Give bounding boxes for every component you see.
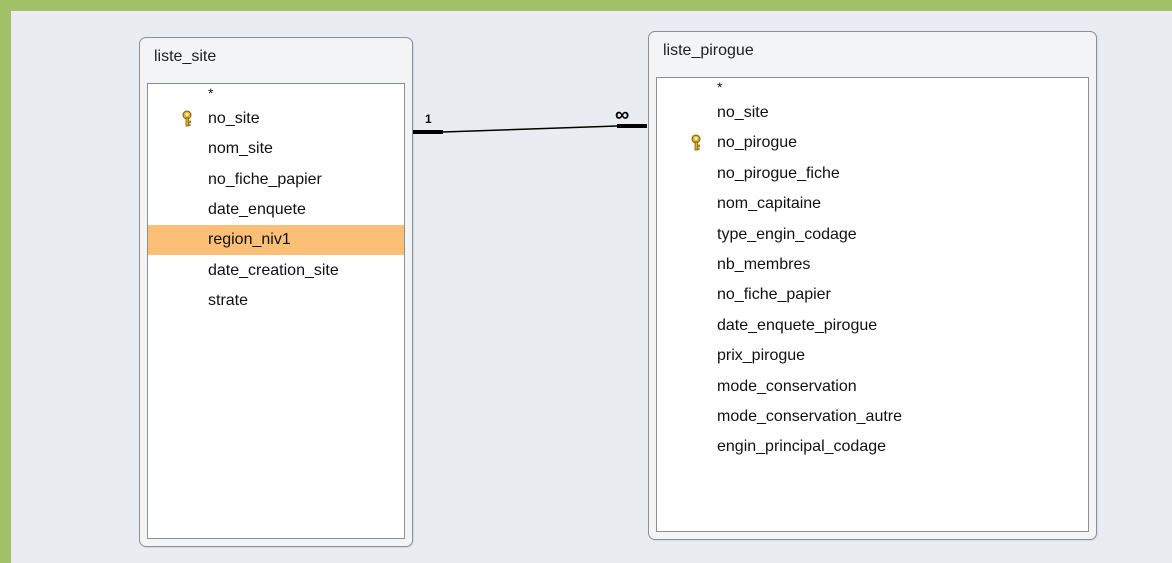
many-side-label: ∞ (615, 104, 629, 126)
join-line[interactable] (442, 125, 618, 133)
one-side-label: 1 (425, 112, 432, 126)
relationships-canvas: liste_site * no_site nom_site no_fiche_papi… (11, 11, 1172, 563)
relationship-line[interactable] (413, 124, 647, 134)
relationship-layer: 1 ∞ (413, 104, 647, 134)
